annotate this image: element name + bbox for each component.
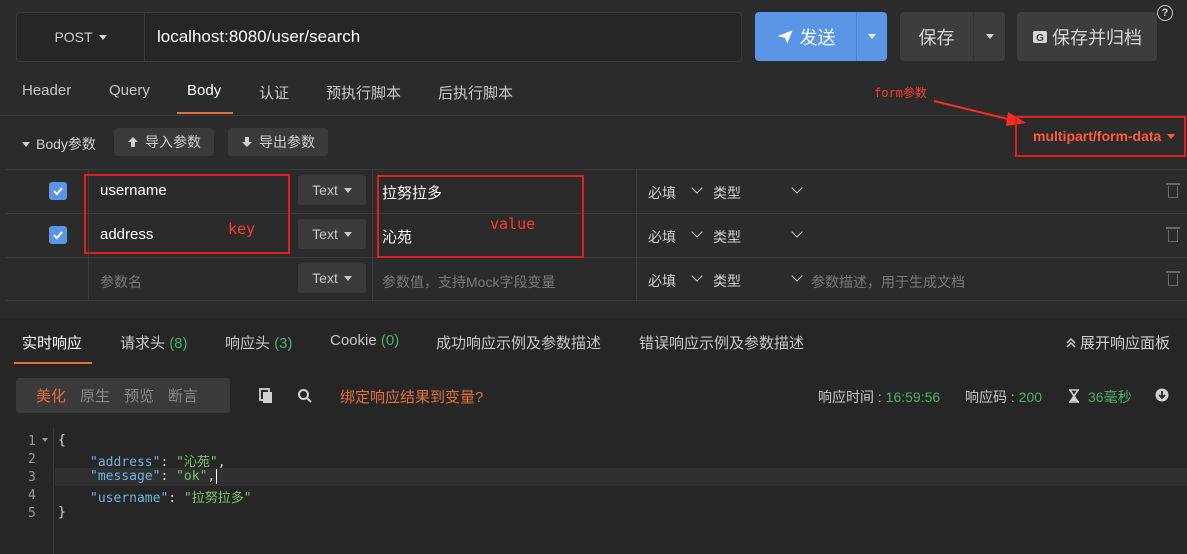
table-row: 参数名 Text 参数值，支持Mock字段变量 必填 类型 参数描述，用于生成文… bbox=[6, 257, 1187, 302]
tab-request-headers[interactable]: 请求头 (8) bbox=[120, 332, 188, 353]
export-params-button[interactable]: 导出参数 bbox=[228, 128, 328, 156]
chevron-down-icon bbox=[691, 226, 703, 238]
tab-pre-script[interactable]: 预执行脚本 bbox=[326, 82, 401, 103]
annotation-value: value bbox=[490, 215, 536, 233]
param-name-input[interactable]: 参数名 bbox=[100, 272, 142, 292]
caret-down-icon bbox=[22, 141, 30, 147]
line-number-gutter: 1 2 3 4 5 bbox=[16, 428, 54, 554]
search-icon[interactable] bbox=[297, 388, 313, 404]
chevron-down-icon bbox=[343, 187, 352, 193]
mode-assert[interactable]: 断言 bbox=[168, 385, 198, 406]
expand-response-button[interactable]: 展开响应面板 bbox=[1066, 332, 1170, 353]
method-select[interactable]: POST bbox=[16, 12, 144, 62]
bind-response-link[interactable]: 绑定响应结果到变量? bbox=[340, 386, 483, 407]
trash-icon[interactable] bbox=[1166, 227, 1180, 242]
chevron-down-icon bbox=[791, 226, 803, 238]
current-line-highlight bbox=[55, 468, 1187, 486]
method-label: POST bbox=[54, 29, 93, 45]
type-select[interactable]: 类型 bbox=[713, 183, 741, 203]
annotation-form-params: form参数 bbox=[874, 86, 927, 100]
tab-query[interactable]: Query bbox=[109, 82, 150, 99]
response-duration: 36毫秒 bbox=[1088, 389, 1132, 405]
arrow-down-icon bbox=[242, 137, 252, 147]
annotation-box-content-type bbox=[1015, 116, 1186, 157]
response-time: 响应时间 : 16:59:56 bbox=[818, 389, 941, 405]
chevron-down-icon bbox=[343, 275, 352, 281]
save-label: 保存 bbox=[918, 27, 955, 48]
send-label: 发送 bbox=[799, 27, 836, 48]
param-type-select[interactable]: Text bbox=[298, 263, 366, 293]
chevron-down-icon bbox=[868, 34, 876, 39]
chevron-down-icon bbox=[791, 270, 803, 282]
annotation-box-key bbox=[84, 174, 290, 254]
tab-realtime-response[interactable]: 实时响应 bbox=[22, 332, 82, 353]
body-params-toggle[interactable]: Body参数 bbox=[22, 134, 96, 154]
response-tabs: 实时响应 请求头 (8) 响应头 (3) Cookie (0) 成功响应示例及参… bbox=[0, 318, 1187, 366]
active-tab-indicator bbox=[14, 362, 92, 364]
required-select[interactable]: 必填 bbox=[648, 183, 676, 203]
chevron-down-icon bbox=[98, 34, 107, 40]
help-icon[interactable]: ? bbox=[1157, 5, 1173, 21]
copy-icon[interactable] bbox=[258, 388, 274, 404]
mode-preview[interactable]: 预览 bbox=[124, 385, 154, 406]
param-desc-input[interactable]: 参数描述，用于生成文档 bbox=[811, 272, 965, 292]
active-tab-indicator bbox=[177, 112, 233, 114]
arrow-up-icon bbox=[128, 137, 138, 147]
save-dropdown-button[interactable] bbox=[973, 12, 1005, 61]
send-icon bbox=[777, 29, 792, 44]
tab-body[interactable]: Body bbox=[187, 82, 221, 99]
chevron-down-icon bbox=[343, 231, 352, 237]
save-button[interactable]: 保存 bbox=[900, 12, 973, 61]
response-view-modes: 美化 原生 预览 断言 bbox=[16, 378, 230, 413]
chevron-down-icon bbox=[691, 182, 703, 194]
trash-icon[interactable] bbox=[1166, 183, 1180, 198]
double-chevron-up-icon bbox=[1066, 337, 1076, 348]
tab-cookie[interactable]: Cookie (0) bbox=[330, 332, 399, 349]
row-checkbox[interactable] bbox=[49, 182, 67, 200]
tab-post-script[interactable]: 后执行脚本 bbox=[438, 82, 513, 103]
param-type-select[interactable]: Text bbox=[298, 175, 366, 205]
fold-icon[interactable] bbox=[42, 438, 48, 442]
trash-icon[interactable] bbox=[1166, 271, 1180, 286]
chevron-down-icon bbox=[691, 270, 703, 282]
annotation-key: key bbox=[228, 220, 256, 238]
tab-auth[interactable]: 认证 bbox=[259, 82, 289, 103]
response-code: 响应码 : 200 bbox=[965, 389, 1043, 405]
mode-raw[interactable]: 原生 bbox=[80, 385, 110, 406]
url-text: localhost:8080/user/search bbox=[157, 27, 361, 46]
archive-icon: G bbox=[1033, 30, 1047, 44]
required-select[interactable]: 必填 bbox=[648, 227, 676, 247]
tab-error-examples[interactable]: 错误响应示例及参数描述 bbox=[639, 332, 804, 353]
type-select[interactable]: 类型 bbox=[713, 271, 741, 291]
hourglass-icon bbox=[1069, 389, 1079, 403]
save-archive-button[interactable]: G 保存并归档 bbox=[1017, 12, 1157, 61]
param-value-input[interactable]: 参数值，支持Mock字段变量 bbox=[382, 272, 555, 292]
chevron-down-icon bbox=[985, 34, 994, 39]
check-icon bbox=[53, 187, 63, 196]
send-dropdown-button[interactable] bbox=[856, 12, 887, 61]
import-params-button[interactable]: 导入参数 bbox=[114, 128, 214, 156]
check-icon bbox=[53, 231, 63, 240]
type-select[interactable]: 类型 bbox=[713, 227, 741, 247]
save-archive-label: 保存并归档 bbox=[1052, 27, 1142, 48]
svg-text:G: G bbox=[1036, 33, 1044, 44]
chevron-down-icon bbox=[791, 182, 803, 194]
param-type-select[interactable]: Text bbox=[298, 219, 366, 249]
tab-header[interactable]: Header bbox=[22, 82, 71, 99]
send-button[interactable]: 发送 bbox=[755, 12, 856, 61]
mode-beautify[interactable]: 美化 bbox=[36, 385, 66, 406]
body-params-label: Body参数 bbox=[36, 136, 96, 152]
tab-success-examples[interactable]: 成功响应示例及参数描述 bbox=[436, 332, 601, 353]
annotation-box-value bbox=[377, 175, 584, 258]
download-icon[interactable] bbox=[1155, 388, 1169, 402]
tab-response-headers[interactable]: 响应头 (3) bbox=[225, 332, 293, 353]
url-input[interactable]: localhost:8080/user/search bbox=[144, 12, 742, 62]
row-checkbox[interactable] bbox=[49, 226, 67, 244]
required-select[interactable]: 必填 bbox=[648, 271, 676, 291]
